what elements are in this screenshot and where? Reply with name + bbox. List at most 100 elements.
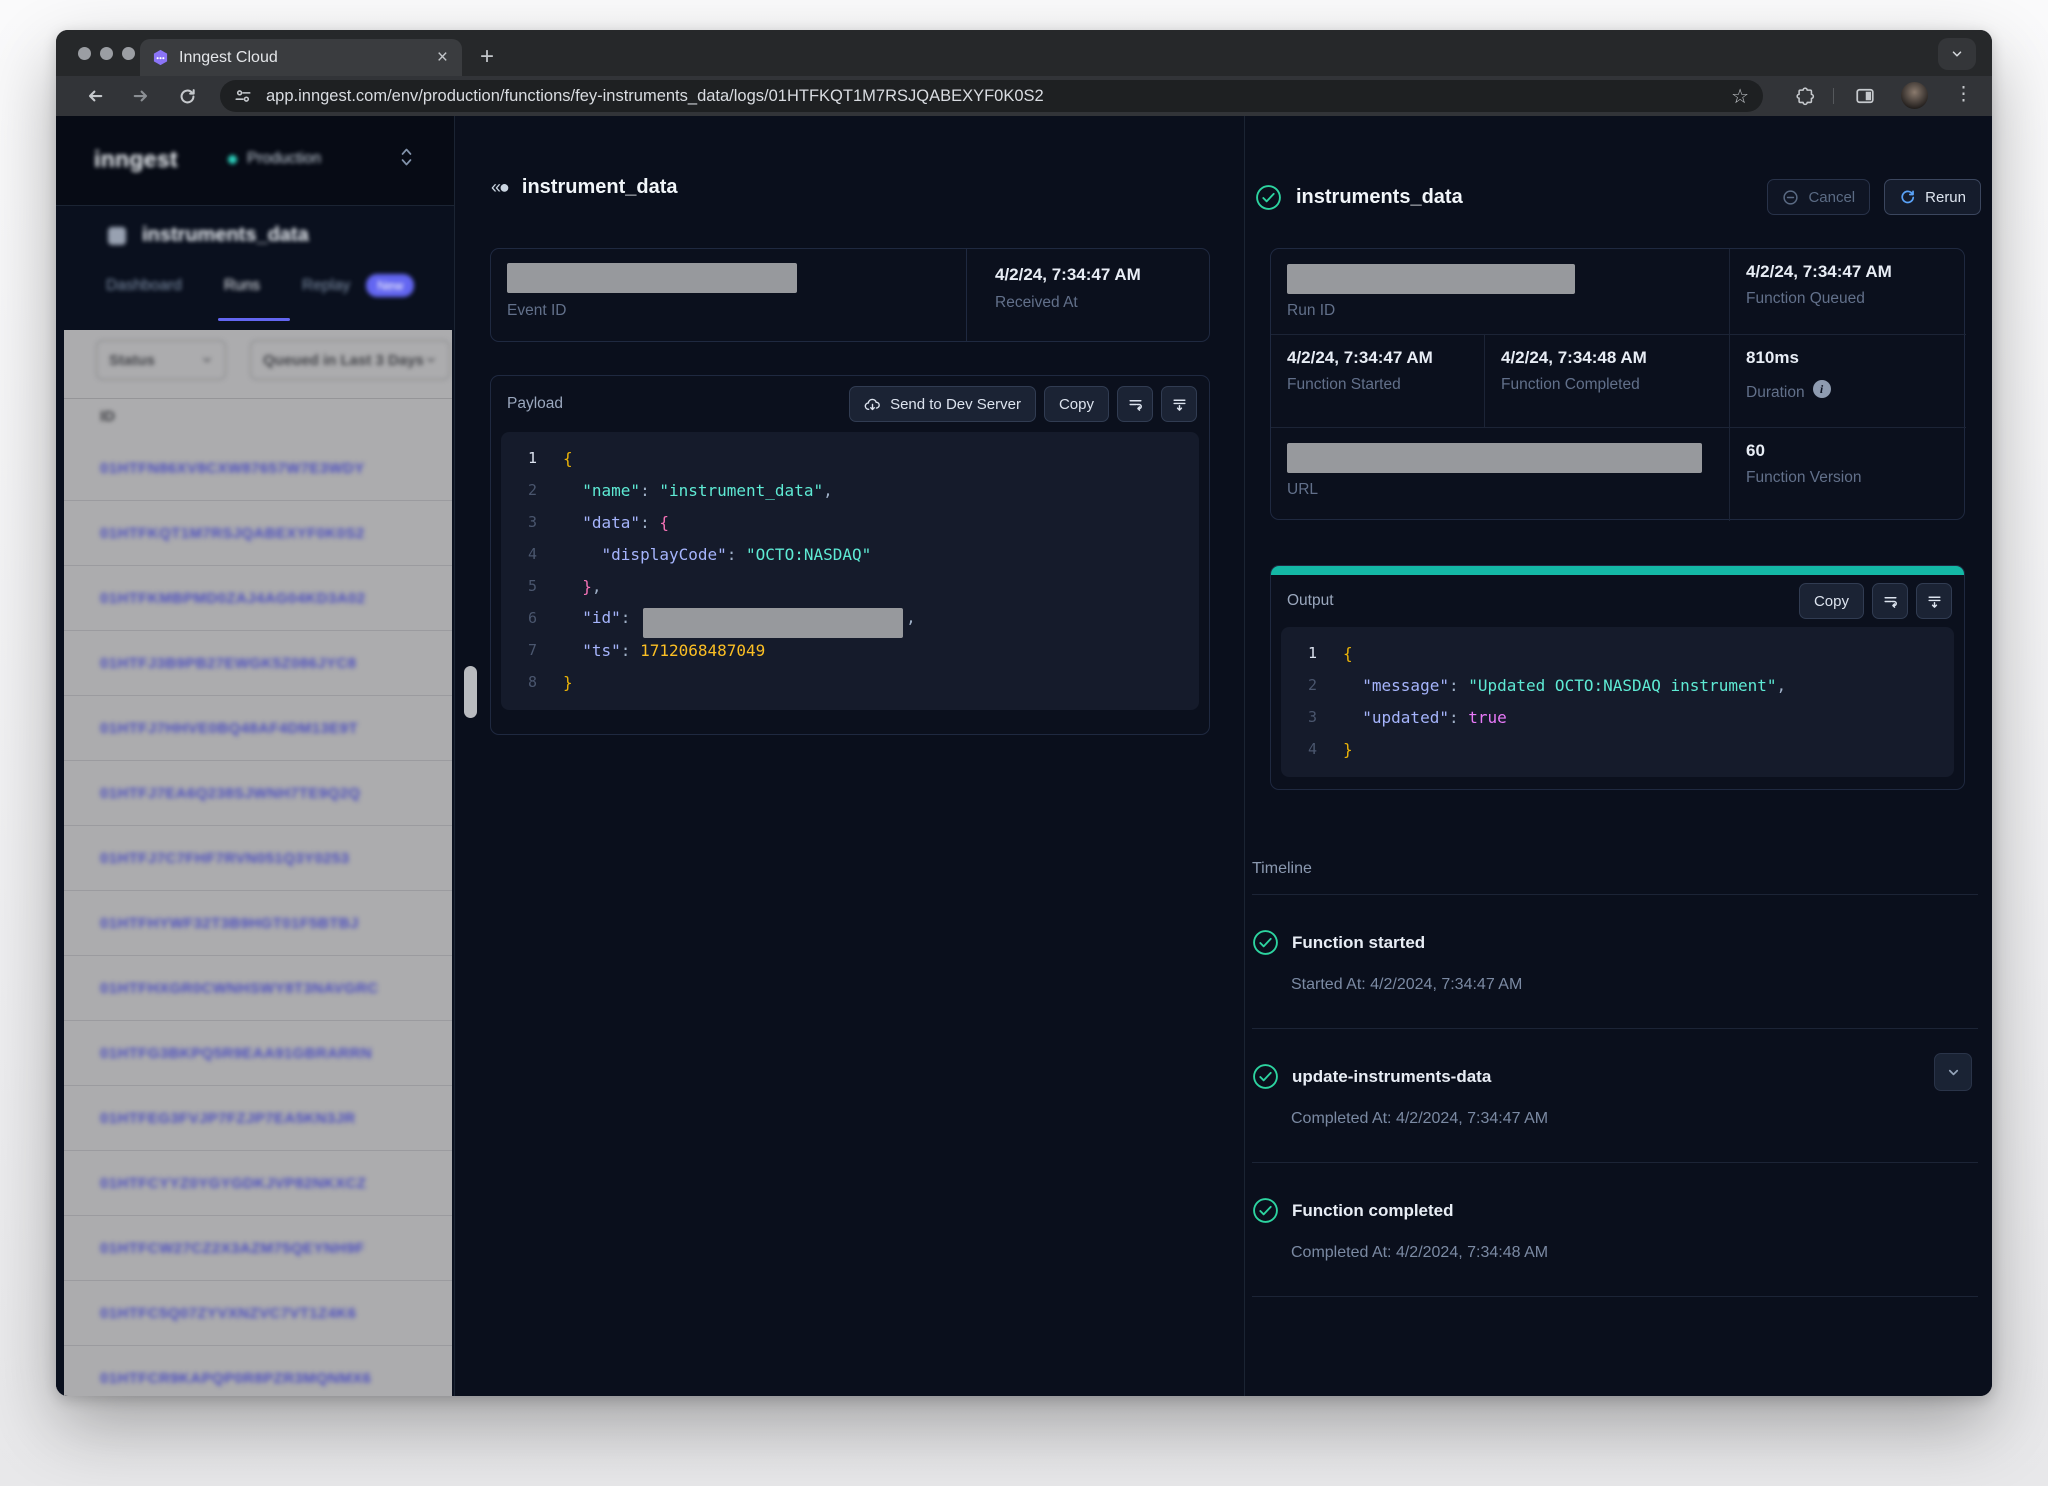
function-started-cell: 4/2/24, 7:34:47 AM Function Started [1271, 335, 1484, 428]
event-id-label: Event ID [507, 302, 966, 320]
run-id-row[interactable]: 01HTFKMBPMD0ZAJ4AG04KD3A02 [64, 566, 452, 631]
run-id-link[interactable]: 01HTFHYWF32T3B9HGT01F5BTBJ [100, 915, 359, 932]
close-window-button[interactable] [78, 47, 91, 60]
reload-button[interactable] [174, 83, 200, 109]
forward-button[interactable] [128, 83, 154, 109]
back-button[interactable] [82, 83, 108, 109]
timeline-item-detail: Completed At: 4/2/2024, 7:34:48 AM [1291, 1244, 1978, 1262]
run-id-row[interactable]: 01HTFCR9KAPQP0R8PZR3MQNMX6 [64, 1346, 452, 1396]
run-id-link[interactable]: 01HTFCR9KAPQP0R8PZR3MQNMX6 [100, 1370, 371, 1387]
event-id-cell: Event ID [491, 249, 966, 341]
output-actions: Copy [1799, 583, 1952, 619]
run-id-link[interactable]: 01HTFJ7EA6Q238SJWNH7TE9Q2Q [100, 785, 361, 802]
inngest-favicon [152, 49, 169, 66]
tab-dashboard[interactable]: Dashboard [106, 277, 182, 295]
browser-tab-bar: Inngest Cloud × + [56, 30, 1992, 76]
run-id-link[interactable]: 01HTFN86XV8CXW87657W7E3WDY [100, 460, 365, 477]
url-bar[interactable]: app.inngest.com/env/production/functions… [220, 80, 1763, 112]
environment-selector[interactable]: Production [228, 150, 321, 168]
received-at-value: 4/2/24, 7:34:47 AM [995, 265, 1209, 285]
output-copy-button[interactable]: Copy [1799, 583, 1864, 619]
event-header: «● instrument_data [491, 176, 677, 199]
run-id-link[interactable]: 01HTFEG3FVJP7FZJP7EA5KN3JR [100, 1110, 356, 1127]
timeline-expand-button[interactable] [1934, 1053, 1972, 1091]
run-id-row[interactable]: 01HTFHXGR0CWNHSWY8T3NAVGRC [64, 956, 452, 1021]
run-id-row[interactable]: 01HTFJ7HHVE0BQ48AF4DM13E9T [64, 696, 452, 761]
tab-runs[interactable]: Runs [224, 277, 260, 295]
run-id-link[interactable]: 01HTFKQT1M7RSJQABEXYF0K0S2 [100, 525, 365, 542]
success-check-icon [1255, 184, 1282, 211]
run-id-row[interactable]: 01HTFN86XV8CXW87657W7E3WDY [64, 436, 452, 501]
run-id-row[interactable]: 01HTFJ3B9PB27EWGK5Z086JYC8 [64, 631, 452, 696]
run-id-row[interactable]: 01HTFG3BKPQ5R9EAA91GBRARRN [64, 1021, 452, 1086]
run-id-link[interactable]: 01HTFJ3B9PB27EWGK5Z086JYC8 [100, 655, 356, 672]
inngest-app: inngest Production instruments_data Dash… [56, 116, 1992, 1396]
tab-search-button[interactable] [1938, 38, 1976, 70]
code-line: 3 "updated": true [1281, 701, 1954, 733]
browser-tab[interactable]: Inngest Cloud × [140, 39, 462, 76]
rerun-button[interactable]: Rerun [1884, 179, 1981, 215]
site-settings-icon[interactable] [234, 87, 252, 105]
status-filter-dropdown[interactable]: Status [96, 340, 226, 380]
run-id-link[interactable]: 01HTFG3BKPQ5R9EAA91GBRARRN [100, 1045, 372, 1062]
close-tab-icon[interactable]: × [435, 48, 450, 67]
output-success-accent [1270, 565, 1965, 575]
runs-list-redacted-region: Status Queued in Last 3 Days ID 01HTFN86… [64, 330, 452, 1396]
payload-code[interactable]: 1{2 "name": "instrument_data",3 "data": … [501, 432, 1199, 710]
output-title: Output [1287, 592, 1799, 610]
payload-card: Payload Send to Dev Server Copy [490, 375, 1210, 735]
run-id-row[interactable]: 01HTFKQT1M7RSJQABEXYF0K0S2 [64, 501, 452, 566]
tab-replay[interactable]: Replay [302, 277, 350, 295]
tab-title: Inngest Cloud [179, 49, 435, 67]
sidebar-scrollbar-thumb[interactable] [464, 666, 477, 718]
run-id-row[interactable]: 01HTFCW27CZ2X3AZM75QEYNH9F [64, 1216, 452, 1281]
payload-copy-button[interactable]: Copy [1044, 386, 1109, 422]
run-id-link[interactable]: 01HTFC5Q07ZYVXNZVC7VT1Z4K6 [100, 1305, 356, 1322]
new-tab-button[interactable]: + [480, 40, 494, 74]
window-controls[interactable] [78, 47, 135, 60]
code-line: 4 "displayCode": "OCTO:NASDAQ" [501, 538, 1199, 570]
profile-avatar[interactable] [1901, 82, 1928, 109]
output-code[interactable]: 1{2 "message": "Updated OCTO:NASDAQ inst… [1281, 627, 1954, 777]
run-id-link[interactable]: 01HTFHXGR0CWNHSWY8T3NAVGRC [100, 980, 378, 997]
extensions-button[interactable] [1792, 83, 1818, 109]
output-header: Output Copy [1271, 575, 1964, 627]
code-line: 7 "ts": 1712068487049 [501, 634, 1199, 666]
run-id-row[interactable]: 01HTFHYWF32T3B9HGT01F5BTBJ [64, 891, 452, 956]
url-cell: URL [1271, 428, 1729, 521]
run-id-link[interactable]: 01HTFJ7HHVE0BQ48AF4DM13E9T [100, 720, 358, 737]
inngest-logo[interactable]: inngest [94, 146, 178, 173]
active-tab-underline [218, 318, 290, 321]
run-id-row[interactable]: 01HTFC5Q07ZYVXNZVC7VT1Z4K6 [64, 1281, 452, 1346]
minus-circle-icon [1782, 189, 1799, 206]
bookmark-star-icon[interactable]: ☆ [1731, 84, 1749, 109]
run-id-row[interactable]: 01HTFEG3FVJP7FZJP7EA5KN3JR [64, 1086, 452, 1151]
function-title: instruments_data [142, 224, 309, 247]
run-id-link[interactable]: 01HTFJ7C7FHF7RVN051Q3Y0253 [100, 850, 349, 867]
minimize-window-button[interactable] [100, 47, 113, 60]
run-id-row[interactable]: 01HTFJ7C7FHF7RVN051Q3Y0253 [64, 826, 452, 891]
chevron-down-icon [425, 354, 437, 366]
code-line: 4} [1281, 733, 1954, 765]
run-id-row[interactable]: 01HTFJ7EA6Q238SJWNH7TE9Q2Q [64, 761, 452, 826]
event-title: instrument_data [522, 176, 678, 199]
run-id-row[interactable]: 01HTFCYYZ0YGYGDKJVP82NKXCZ [64, 1151, 452, 1216]
time-filter-dropdown[interactable]: Queued in Last 3 Days [250, 340, 450, 380]
output-word-wrap-button[interactable] [1872, 583, 1908, 619]
env-chevrons-icon[interactable] [400, 146, 413, 168]
send-to-dev-server-button[interactable]: Send to Dev Server [849, 386, 1036, 422]
run-info-card: Run ID 4/2/24, 7:34:47 AM Function Queue… [1270, 248, 1965, 520]
scroll-to-bottom-button[interactable] [1161, 386, 1197, 422]
browser-menu-button[interactable]: ⋮ [1954, 82, 1973, 108]
zoom-window-button[interactable] [122, 47, 135, 60]
output-scroll-to-bottom-button[interactable] [1916, 583, 1952, 619]
run-id-link[interactable]: 01HTFCYYZ0YGYGDKJVP82NKXCZ [100, 1175, 366, 1192]
word-wrap-button[interactable] [1117, 386, 1153, 422]
run-id-link[interactable]: 01HTFKMBPMD0ZAJ4AG04KD3A02 [100, 590, 365, 607]
run-id-link[interactable]: 01HTFCW27CZ2X3AZM75QEYNH9F [100, 1240, 365, 1257]
url-text[interactable]: app.inngest.com/env/production/functions… [266, 87, 1731, 106]
side-panel-button[interactable] [1852, 83, 1878, 109]
cancel-button[interactable]: Cancel [1767, 179, 1870, 215]
info-icon[interactable]: i [1813, 380, 1831, 398]
cloud-icon [864, 396, 881, 413]
